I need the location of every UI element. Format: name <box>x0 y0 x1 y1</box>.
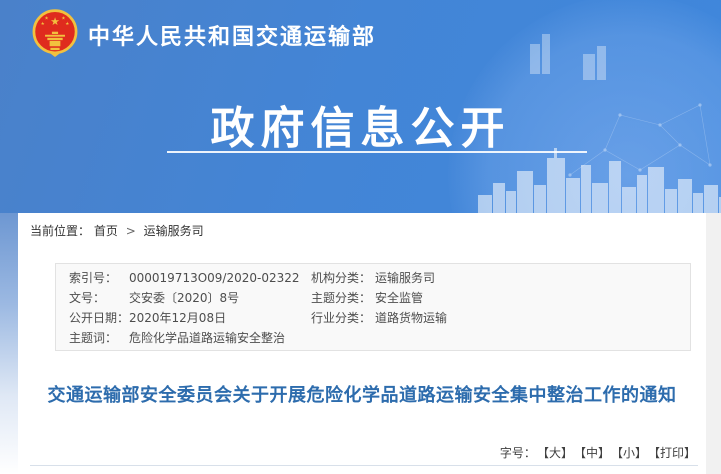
print-button[interactable]: 【打印】 <box>654 446 696 460</box>
breadcrumb-separator: > <box>126 224 136 238</box>
breadcrumb-home-link[interactable]: 首页 <box>94 224 118 238</box>
meta-label: 索引号： <box>56 269 129 288</box>
font-size-label: 字号： <box>500 446 536 460</box>
site-banner: ★ ★ ★ ★ ★ 中华人民共和国交通运输部 政府信息公开 <box>0 0 721 213</box>
font-size-small-button[interactable]: 【小】 <box>617 446 647 460</box>
meta-value: 安全监管 <box>375 289 690 308</box>
meta-row: 索引号： 000019713O09/2020-02322 机构分类： 运输服务司 <box>56 269 690 288</box>
meta-value: 2020年12月08日 <box>129 309 311 328</box>
svg-text:★: ★ <box>65 21 69 27</box>
scrollbar-track[interactable] <box>706 213 721 474</box>
meta-label: 主题分类： <box>311 289 375 308</box>
site-name[interactable]: 中华人民共和国交通运输部 <box>88 19 376 51</box>
breadcrumb-section-link[interactable]: 运输服务司 <box>144 224 204 238</box>
meta-value: 道路货物运输 <box>375 309 690 328</box>
font-size-large-button[interactable]: 【大】 <box>543 446 573 460</box>
left-gradient-strip <box>0 213 18 474</box>
meta-value: 000019713O09/2020-02322 <box>129 269 311 288</box>
meta-table: 索引号： 000019713O09/2020-02322 机构分类： 运输服务司… <box>55 263 691 351</box>
meta-label: 行业分类： <box>311 309 375 328</box>
meta-row: 公开日期： 2020年12月08日 行业分类： 道路货物运输 <box>56 309 690 328</box>
svg-text:★: ★ <box>50 15 60 28</box>
meta-row: 主题词： 危险化学品道路运输安全整治 <box>56 329 690 348</box>
meta-row: 文号： 交安委〔2020〕8号 主题分类： 安全监管 <box>56 289 690 308</box>
svg-text:★: ★ <box>45 15 49 21</box>
breadcrumb-label: 当前位置： <box>30 224 90 238</box>
font-size-medium-button[interactable]: 【中】 <box>580 446 610 460</box>
svg-text:★: ★ <box>41 21 45 27</box>
meta-label: 公开日期： <box>56 309 129 328</box>
title-underline <box>167 151 587 153</box>
meta-label: 文号： <box>56 289 129 308</box>
meta-label: 机构分类： <box>311 269 375 288</box>
content-panel: 当前位置： 首页 > 运输服务司 索引号： 000019713O09/2020-… <box>18 213 706 474</box>
svg-text:★: ★ <box>61 15 65 21</box>
font-size-toolbar: 字号： 【大】【中】【小】【打印】 <box>500 444 696 461</box>
document-title: 交通运输部安全委员会关于开展危险化学品道路运输安全集中整治工作的通知 <box>37 381 687 411</box>
meta-value: 运输服务司 <box>375 269 690 288</box>
meta-value: 交安委〔2020〕8号 <box>129 289 311 308</box>
national-emblem-icon: ★ ★ ★ ★ ★ <box>32 8 78 60</box>
meta-value: 危险化学品道路运输安全整治 <box>129 329 311 348</box>
bottom-divider <box>30 465 698 466</box>
meta-label: 主题词： <box>56 329 129 348</box>
breadcrumb: 当前位置： 首页 > 运输服务司 <box>30 222 204 239</box>
page-title: 政府信息公开 <box>0 92 721 156</box>
